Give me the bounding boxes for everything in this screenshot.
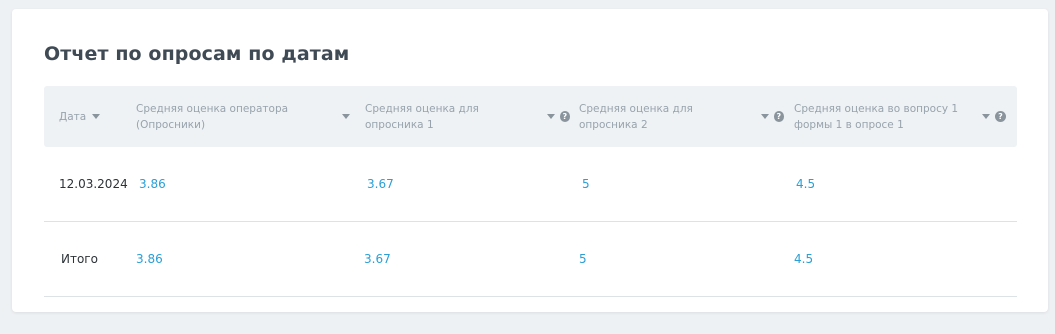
- column-header-label: Дата: [59, 110, 87, 123]
- question-circle-icon[interactable]: ?: [995, 111, 1006, 122]
- cell-operator-link[interactable]: 3.86: [139, 147, 166, 221]
- report-card: Отчет по опросам по датам Дата Средняя о…: [12, 9, 1048, 312]
- table-row: 12.03.2024 3.86 3.67 5 4.5: [44, 147, 1017, 222]
- report-table: Дата Средняя оценка оператора (Опросники…: [44, 86, 1017, 297]
- column-header-q3[interactable]: Средняя оценка во вопросу 1 формы 1 в оп…: [794, 86, 1006, 147]
- cell-q2-link[interactable]: 5: [582, 147, 590, 221]
- total-label: Итого: [61, 252, 98, 266]
- question-circle-icon[interactable]: ?: [559, 111, 570, 122]
- total-operator-link[interactable]: 3.86: [136, 222, 163, 296]
- question-circle-icon[interactable]: ?: [773, 111, 784, 122]
- column-header-label: Средняя оценка оператора (Опросники): [136, 102, 289, 131]
- table-total-row: Итого 3.86 3.67 5 4.5: [44, 222, 1017, 297]
- column-header-q1[interactable]: Средняя оценка для опросника 1 ?: [365, 86, 570, 147]
- column-header-label: Средняя оценка для опросника 1: [365, 102, 479, 131]
- cell-date: 12.03.2024: [59, 177, 128, 191]
- cell-q3-link[interactable]: 4.5: [796, 147, 815, 221]
- column-header-label: Средняя оценка для опросника 2: [579, 102, 693, 131]
- column-header-q2[interactable]: Средняя оценка для опросника 2 ?: [579, 86, 784, 147]
- caret-down-icon[interactable]: [760, 114, 769, 119]
- total-q1-link[interactable]: 3.67: [364, 222, 391, 296]
- caret-down-icon[interactable]: [92, 114, 101, 119]
- column-header-label: Средняя оценка во вопросу 1 формы 1 в оп…: [794, 102, 959, 131]
- total-q3-link[interactable]: 4.5: [794, 222, 813, 296]
- caret-down-icon[interactable]: [546, 114, 555, 119]
- column-header-date[interactable]: Дата: [59, 86, 129, 147]
- caret-down-icon[interactable]: [342, 114, 350, 119]
- column-header-operator[interactable]: Средняя оценка оператора (Опросники): [136, 86, 350, 147]
- total-q2-link[interactable]: 5: [579, 222, 587, 296]
- page-title: Отчет по опросам по датам: [44, 43, 350, 65]
- cell-q1-link[interactable]: 3.67: [367, 147, 394, 221]
- table-header: Дата Средняя оценка оператора (Опросники…: [44, 86, 1017, 147]
- caret-down-icon[interactable]: [982, 114, 990, 119]
